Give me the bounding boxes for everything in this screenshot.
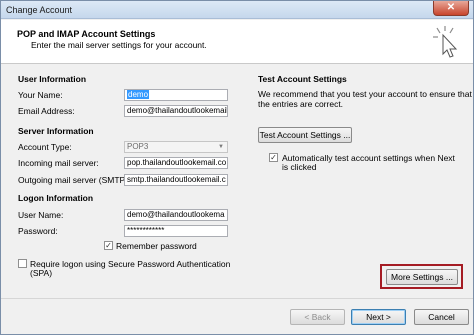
remember-password-label: Remember password (116, 241, 197, 251)
test-description-line1: We recommend that you test your account … (258, 89, 472, 99)
email-address-field[interactable]: demo@thailandoutlookemail.co (124, 105, 228, 117)
account-type-value: POP3 (127, 142, 149, 151)
account-type-label: Account Type: (18, 142, 72, 152)
chevron-down-icon: ▼ (218, 144, 224, 150)
back-button[interactable]: < Back (290, 309, 345, 325)
close-button[interactable]: ✕ (433, 1, 469, 16)
password-label: Password: (18, 226, 58, 236)
test-account-settings-button[interactable]: Test Account Settings ... (258, 127, 352, 143)
more-settings-button[interactable]: More Settings ... (386, 269, 458, 285)
your-name-label: Your Name: (18, 90, 63, 100)
user-name-field[interactable]: demo@thailandoutlookema (124, 209, 228, 221)
auto-test-checkbox[interactable]: ✓ (269, 153, 278, 162)
outgoing-server-field[interactable]: smtp.thailandoutlookemail.c (124, 174, 228, 186)
cursor-click-icon (433, 26, 458, 58)
password-field[interactable]: ************ (124, 225, 228, 237)
test-description-line2: the entries are correct. (258, 99, 344, 109)
server-information-heading: Server Information (18, 126, 94, 136)
incoming-server-label: Incoming mail server: (18, 158, 99, 168)
checkmark-icon: ✓ (270, 153, 277, 162)
spa-label-line2: (SPA) (30, 268, 53, 278)
user-name-label: User Name: (18, 210, 64, 220)
account-type-select[interactable]: POP3 ▼ (124, 141, 228, 153)
incoming-server-field[interactable]: pop.thailandoutlookemail.co (124, 157, 228, 169)
user-information-heading: User Information (18, 74, 87, 84)
auto-test-label-line2: is clicked (282, 162, 317, 172)
window-title: Change Account (6, 5, 73, 15)
email-address-label: Email Address: (18, 106, 75, 116)
title-bar: Change Account ✕ (1, 1, 473, 19)
cancel-button[interactable]: Cancel (414, 309, 469, 325)
header-panel: POP and IMAP Account Settings Enter the … (1, 20, 473, 64)
checkmark-icon: ✓ (105, 241, 112, 250)
next-button[interactable]: Next > (351, 309, 406, 325)
change-account-dialog: Change Account ✕ POP and IMAP Account Se… (0, 0, 474, 335)
test-account-settings-heading: Test Account Settings (258, 74, 347, 84)
logon-information-heading: Logon Information (18, 193, 94, 203)
spa-checkbox[interactable] (18, 259, 27, 268)
remember-password-checkbox[interactable]: ✓ (104, 241, 113, 250)
your-name-value: demo (127, 90, 150, 99)
outgoing-server-label: Outgoing mail server (SMTP): (18, 175, 131, 185)
footer-divider (1, 298, 473, 299)
your-name-field[interactable]: demo (124, 89, 228, 101)
header-title: POP and IMAP Account Settings (17, 29, 156, 39)
spa-label-line1: Require logon using Secure Password Auth… (30, 259, 231, 269)
header-subtitle: Enter the mail server settings for your … (31, 40, 207, 50)
